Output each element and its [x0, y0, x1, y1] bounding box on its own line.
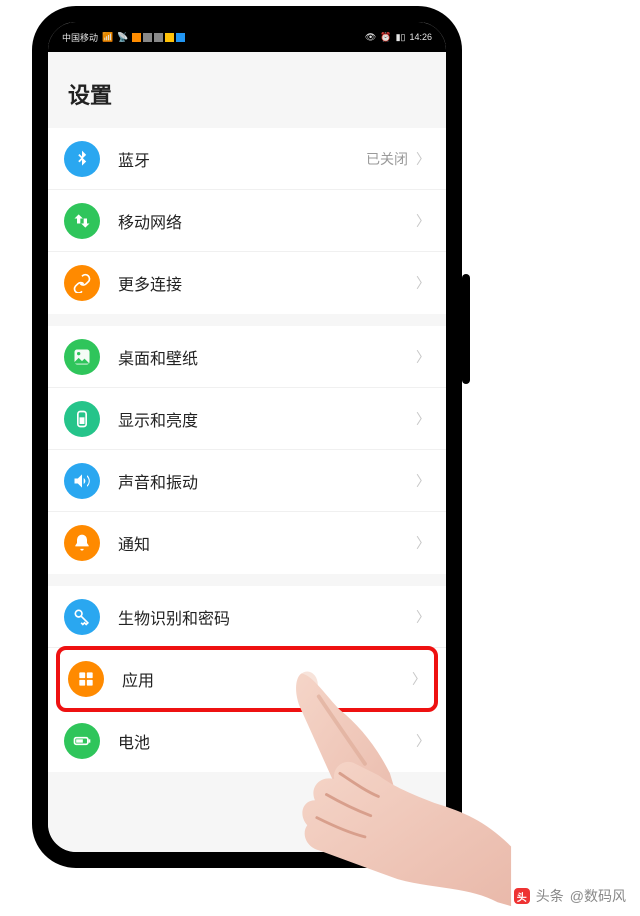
watermark-prefix: 头条	[536, 886, 564, 906]
sound-icon	[64, 463, 100, 499]
settings-item-label: 更多连接	[118, 271, 416, 295]
chevron-right-icon: 〉	[416, 607, 430, 627]
image-icon	[64, 339, 100, 375]
settings-group-security: 生物识别和密码 〉 应用 〉 电池 〉	[48, 586, 446, 772]
settings-group-display: 桌面和壁纸 〉 显示和亮度 〉 声音和振动 〉	[48, 326, 446, 574]
watermark-icon: 头	[514, 888, 530, 904]
settings-item-display-brightness[interactable]: 显示和亮度 〉	[48, 388, 446, 450]
settings-item-apps[interactable]: 应用 〉	[56, 646, 438, 712]
settings-item-label: 声音和振动	[118, 469, 416, 493]
settings-item-battery[interactable]: 电池 〉	[48, 710, 446, 772]
settings-item-label: 通知	[118, 531, 416, 555]
link-icon	[64, 265, 100, 301]
carrier-text: 中国移动	[62, 31, 98, 44]
settings-item-bluetooth[interactable]: 蓝牙 已关闭 〉	[48, 128, 446, 190]
signal-icon: 📶	[102, 32, 113, 43]
bluetooth-icon	[64, 141, 100, 177]
page-title: 设置	[48, 52, 446, 128]
phone-frame: 中国移动 📶 📡 👁 ⏰ ▮▯ 14:26 设置 蓝牙 已关闭 〉	[32, 6, 462, 868]
watermark: 头 头条 @数码风	[514, 886, 626, 906]
bell-icon	[64, 525, 100, 561]
settings-item-notifications[interactable]: 通知 〉	[48, 512, 446, 574]
settings-item-label: 蓝牙	[118, 147, 366, 171]
apps-icon	[68, 661, 104, 697]
status-bar: 中国移动 📶 📡 👁 ⏰ ▮▯ 14:26	[48, 22, 446, 52]
chevron-right-icon: 〉	[416, 471, 430, 491]
settings-item-label: 生物识别和密码	[118, 605, 416, 629]
chevron-right-icon: 〉	[416, 347, 430, 367]
chevron-right-icon: 〉	[412, 669, 426, 689]
chevron-right-icon: 〉	[416, 273, 430, 293]
chevron-right-icon: 〉	[416, 731, 430, 751]
brightness-icon	[64, 401, 100, 437]
chevron-right-icon: 〉	[416, 211, 430, 231]
battery-icon: ▮▯	[396, 32, 406, 43]
settings-item-more-connections[interactable]: 更多连接 〉	[48, 252, 446, 314]
chevron-right-icon: 〉	[416, 533, 430, 553]
settings-item-sound[interactable]: 声音和振动 〉	[48, 450, 446, 512]
key-icon	[64, 599, 100, 635]
eye-icon: 👁	[365, 32, 376, 43]
notification-icons	[132, 33, 185, 42]
settings-item-mobile-network[interactable]: 移动网络 〉	[48, 190, 446, 252]
status-time: 14:26	[409, 32, 432, 42]
settings-item-label: 应用	[122, 667, 412, 691]
settings-item-label: 桌面和壁纸	[118, 345, 416, 369]
battery-icon	[64, 723, 100, 759]
watermark-author: @数码风	[570, 886, 626, 906]
settings-item-label: 显示和亮度	[118, 407, 416, 431]
settings-item-label: 移动网络	[118, 209, 416, 233]
settings-content: 设置 蓝牙 已关闭 〉 移动网络 〉	[48, 52, 446, 852]
settings-item-label: 电池	[118, 729, 416, 753]
settings-item-biometrics[interactable]: 生物识别和密码 〉	[48, 586, 446, 648]
wifi-icon: 📡	[117, 32, 128, 43]
settings-item-value: 已关闭	[366, 149, 408, 169]
settings-group-connectivity: 蓝牙 已关闭 〉 移动网络 〉 更多连接 〉	[48, 128, 446, 314]
alarm-icon: ⏰	[380, 32, 391, 43]
mobile-network-icon	[64, 203, 100, 239]
chevron-right-icon: 〉	[416, 409, 430, 429]
chevron-right-icon: 〉	[416, 149, 430, 169]
settings-item-wallpaper[interactable]: 桌面和壁纸 〉	[48, 326, 446, 388]
